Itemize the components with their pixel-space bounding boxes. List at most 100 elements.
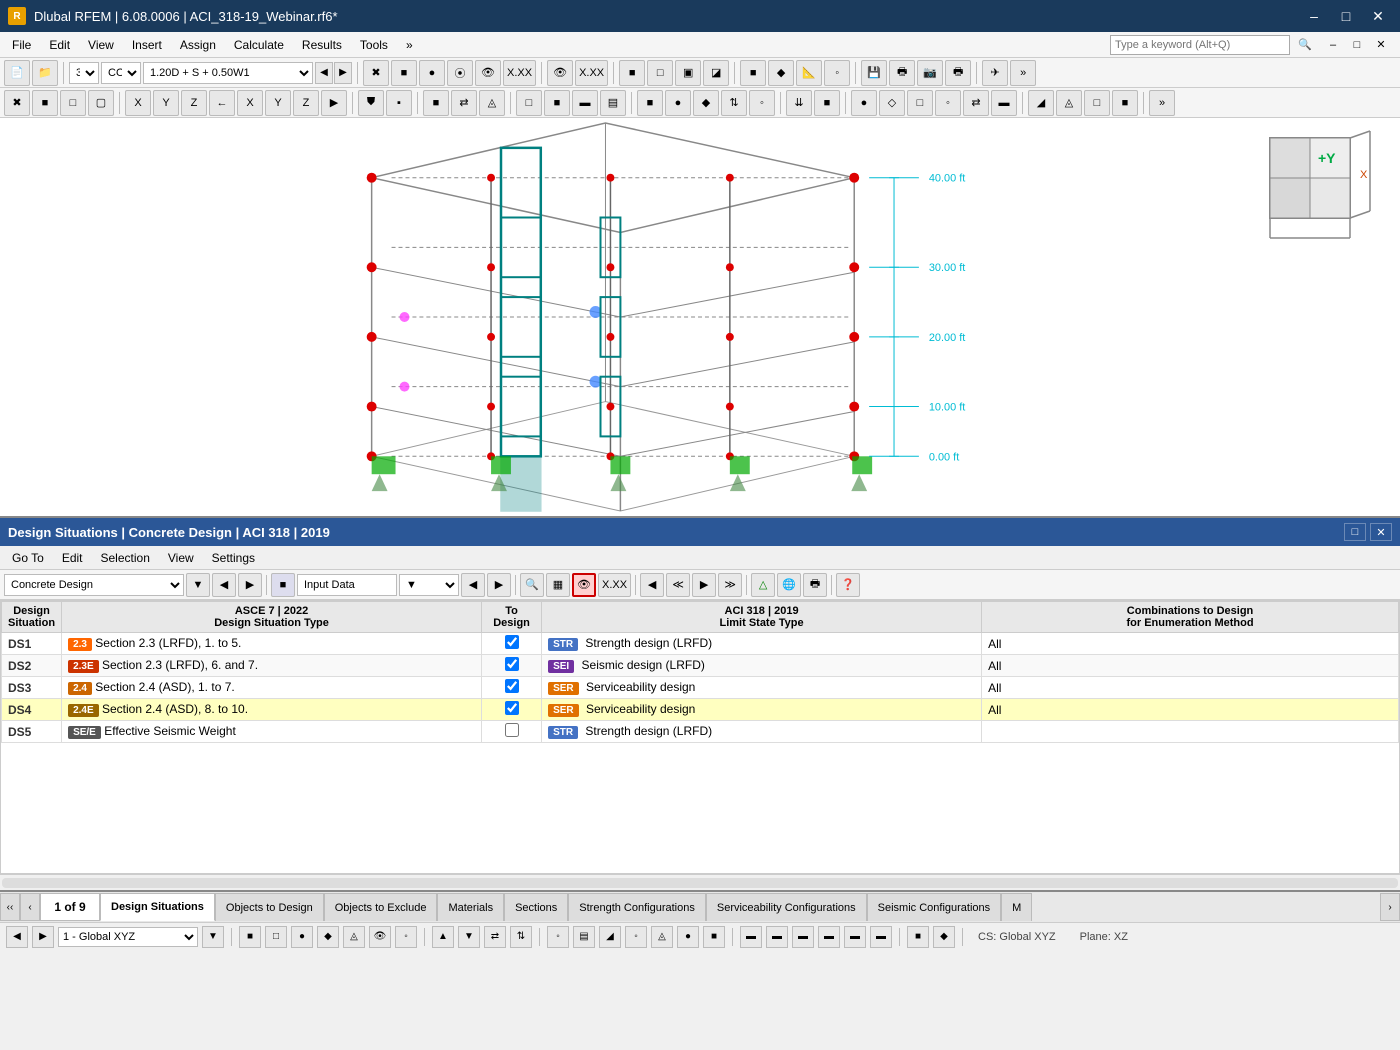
ds-check-cell[interactable] <box>482 699 542 721</box>
tab-materials[interactable]: Materials <box>437 893 504 921</box>
tb2-icon-21[interactable]: ■ <box>637 90 663 116</box>
tb-icon-16[interactable]: ◦ <box>824 60 850 86</box>
menu-insert[interactable]: Insert <box>124 36 170 54</box>
status-icon-10[interactable]: ⇄ <box>484 926 506 948</box>
tb2-icon-10[interactable]: Z <box>293 90 319 116</box>
coordinate-system-combo[interactable]: 1 - Global XYZ <box>58 927 198 947</box>
combo-dropdown-button[interactable]: ▼ <box>186 573 210 597</box>
co-number-combo[interactable]: 3 <box>69 62 99 84</box>
tb-icon-5[interactable]: 👁 <box>475 60 501 86</box>
tab-design-situations[interactable]: Design Situations <box>100 893 215 921</box>
tb-icon-2[interactable]: ■ <box>391 60 417 86</box>
tb2-icon-16[interactable]: ◬ <box>479 90 505 116</box>
tb2-icon-28[interactable]: ● <box>851 90 877 116</box>
menu-calculate[interactable]: Calculate <box>226 36 292 54</box>
tb2-icon-24[interactable]: ⇅ <box>721 90 747 116</box>
tb-icon-8[interactable]: X.XX <box>575 60 608 86</box>
tb-icon-21[interactable]: ✈ <box>982 60 1008 86</box>
tb2-icon-29[interactable]: ◇ <box>879 90 905 116</box>
tab-nav-first[interactable]: ‹‹ <box>0 893 20 921</box>
tb2-icon-6[interactable]: Y <box>153 90 179 116</box>
search-input[interactable] <box>1110 35 1290 55</box>
status-icon-7[interactable]: ◦ <box>395 926 417 948</box>
tb2-icon-36[interactable]: □ <box>1084 90 1110 116</box>
tb-icon-9[interactable]: ■ <box>619 60 645 86</box>
maximize-button[interactable]: □ <box>1332 5 1360 27</box>
tb-icon-13[interactable]: ■ <box>740 60 766 86</box>
status-icon-6[interactable]: 👁 <box>369 926 391 948</box>
tb2-icon-13[interactable]: ▪ <box>386 90 412 116</box>
pt-filter-icon[interactable]: ▦ <box>546 573 570 597</box>
tab-sections[interactable]: Sections <box>504 893 568 921</box>
tb2-icon-7[interactable]: Z <box>181 90 207 116</box>
ds-check-cell[interactable] <box>482 633 542 655</box>
status-icon-24[interactable]: ▬ <box>870 926 892 948</box>
menu-min-btn[interactable]: – <box>1322 35 1344 55</box>
pt-arrow-left-icon[interactable]: ◀ <box>640 573 664 597</box>
tb2-icon-11[interactable]: ▶ <box>321 90 347 116</box>
panel-menu-selection[interactable]: Selection <box>93 549 158 567</box>
menu-edit[interactable]: Edit <box>41 36 78 54</box>
menu-max-btn[interactable]: □ <box>1346 35 1368 55</box>
next-module-button[interactable]: ▶ <box>238 573 262 597</box>
status-icon-20[interactable]: ▬ <box>766 926 788 948</box>
status-icon-23[interactable]: ▬ <box>844 926 866 948</box>
minimize-button[interactable]: – <box>1300 5 1328 27</box>
tb2-icon-26[interactable]: ⇊ <box>786 90 812 116</box>
status-icon-12[interactable]: ◦ <box>547 926 569 948</box>
close-button[interactable]: ✕ <box>1364 5 1392 27</box>
tab-objects-to-exclude[interactable]: Objects to Exclude <box>324 893 438 921</box>
tb2-icon-14[interactable]: ■ <box>423 90 449 116</box>
tb2-icon-23[interactable]: ◆ <box>693 90 719 116</box>
menu-close-btn[interactable]: ✕ <box>1370 35 1392 55</box>
status-icon-11[interactable]: ⇅ <box>510 926 532 948</box>
tb2-icon-35[interactable]: ◬ <box>1056 90 1082 116</box>
tb2-icon-17[interactable]: □ <box>516 90 542 116</box>
tb2-icon-2[interactable]: ■ <box>32 90 58 116</box>
pt-arrow-left2-icon[interactable]: ≪ <box>666 573 690 597</box>
status-icon-4[interactable]: ◆ <box>317 926 339 948</box>
pt-print-icon[interactable]: 🖶 <box>803 573 827 597</box>
panel-restore-button[interactable]: □ <box>1344 523 1366 541</box>
tb2-icon-12[interactable]: ⛊ <box>358 90 384 116</box>
ds-checkbox[interactable] <box>505 657 519 671</box>
status-icon-16[interactable]: ◬ <box>651 926 673 948</box>
status-icon-22[interactable]: ▬ <box>818 926 840 948</box>
tb2-icon-22[interactable]: ● <box>665 90 691 116</box>
design-module-combo[interactable]: Concrete Design <box>4 574 184 596</box>
input-prev-button[interactable]: ◀ <box>461 573 485 597</box>
pt-help-icon[interactable]: ❓ <box>836 573 860 597</box>
search-button[interactable]: 🔍 <box>1294 35 1316 55</box>
status-combo-drop[interactable]: ▼ <box>202 926 224 948</box>
tb-icon-3[interactable]: ● <box>419 60 445 86</box>
status-icon-8[interactable]: ▲ <box>432 926 454 948</box>
tb-icon-15[interactable]: 📐 <box>796 60 822 86</box>
open-button[interactable]: 📁 <box>32 60 58 86</box>
status-icon-5[interactable]: ◬ <box>343 926 365 948</box>
status-icon-15[interactable]: ◦ <box>625 926 647 948</box>
cube-navigator[interactable]: +Y X <box>1260 128 1380 248</box>
co-label-combo[interactable]: CO6 <box>101 62 141 84</box>
tb2-icon-19[interactable]: ▬ <box>572 90 598 116</box>
ds-checkbox[interactable] <box>505 701 519 715</box>
panel-menu-settings[interactable]: Settings <box>204 549 263 567</box>
next-co-button[interactable]: ▶ <box>334 62 352 84</box>
tb2-icon-31[interactable]: ◦ <box>935 90 961 116</box>
tb-icon-12[interactable]: ◪ <box>703 60 729 86</box>
tb2-icon-8[interactable]: X <box>237 90 263 116</box>
menu-view[interactable]: View <box>80 36 122 54</box>
status-icon-17[interactable]: ● <box>677 926 699 948</box>
ds-checkbox[interactable] <box>505 679 519 693</box>
tb-icon-4[interactable]: ⦿ <box>447 60 473 86</box>
tab-seismic-configurations[interactable]: Seismic Configurations <box>867 893 1002 921</box>
tb2-icon-33[interactable]: ▬ <box>991 90 1017 116</box>
hscroll-bar[interactable] <box>0 874 1400 890</box>
panel-menu-view[interactable]: View <box>160 549 202 567</box>
tb2-icon-30[interactable]: □ <box>907 90 933 116</box>
tb2-icon-3[interactable]: □ <box>60 90 86 116</box>
status-icon-13[interactable]: ▤ <box>573 926 595 948</box>
prev-module-button[interactable]: ◀ <box>212 573 236 597</box>
pt-search-icon[interactable]: 🔍 <box>520 573 544 597</box>
prev-co-button[interactable]: ◀ <box>315 62 333 84</box>
status-icon-26[interactable]: ◆ <box>933 926 955 948</box>
